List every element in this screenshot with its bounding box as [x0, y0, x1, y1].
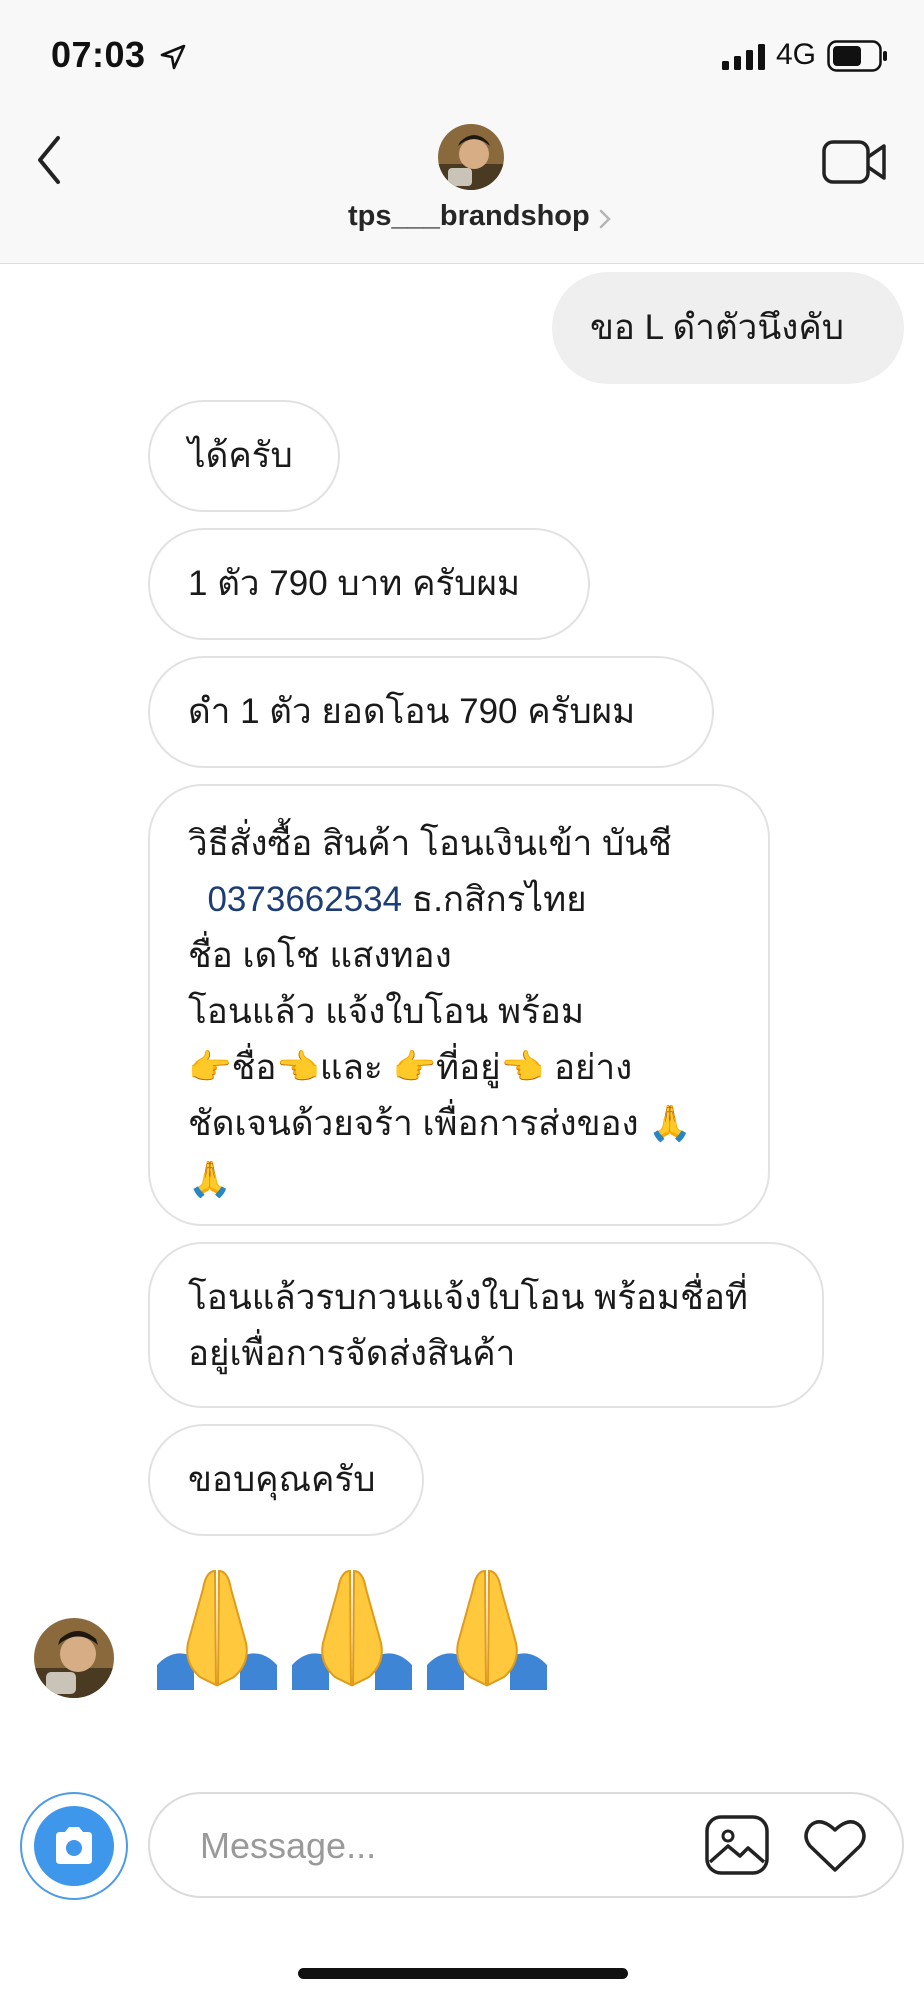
chat-username[interactable]: tps___brandshop — [348, 200, 590, 233]
message-text: โอนแล้วรบกวนแจ้งใบโอน พร้อมชื่อที่ อยู่เ… — [188, 1278, 748, 1373]
message-text: ขอบคุณครับ — [188, 1460, 376, 1499]
video-call-icon[interactable] — [822, 136, 886, 188]
battery-icon — [827, 40, 887, 72]
sender-avatar[interactable] — [34, 1618, 114, 1698]
camera-button[interactable] — [20, 1792, 128, 1900]
bank-name: ธ.กสิกรไทย — [402, 880, 587, 919]
signal-icon — [722, 44, 765, 70]
message-bubble-incoming[interactable]: ขอบคุณครับ — [148, 1424, 424, 1536]
bank-account-line: 0373662534 ธ.กสิกรไทย — [188, 872, 730, 928]
home-indicator[interactable] — [298, 1968, 628, 1979]
folded-hands-emoji-icon — [292, 1569, 412, 1690]
chat-header: 07:03 4G tps___brandshop — [0, 0, 924, 264]
message-text: ขอ L ดำตัวนึงคับ — [590, 308, 844, 347]
location-arrow-icon — [160, 44, 186, 70]
message-bubble-incoming[interactable]: 1 ตัว 790 บาท ครับผม — [148, 528, 590, 640]
message-bubble-incoming[interactable]: ดำ 1 ตัว ยอดโอน 790 ครับผม — [148, 656, 714, 768]
message-text: ชื่อ เดโช แสงทอง โอนแล้ว แจ้งใบโอน พร้อม… — [188, 936, 692, 1199]
message-input[interactable] — [198, 1820, 662, 1872]
message-bubble-incoming[interactable]: วิธีสั่งซื้อ สินค้า โอนเงินเข้า บันชี 03… — [148, 784, 770, 1226]
message-text: ได้ครับ — [188, 436, 293, 475]
message-text: วิธีสั่งซื้อ สินค้า โอนเงินเข้า บันชี — [188, 824, 672, 863]
chevron-right-icon[interactable] — [598, 208, 612, 230]
folded-hands-emoji-icon — [427, 1569, 547, 1690]
message-bubble-incoming[interactable]: โอนแล้วรบกวนแจ้งใบโอน พร้อมชื่อที่ อยู่เ… — [148, 1242, 824, 1408]
message-bubble-outgoing[interactable]: ขอ L ดำตัวนึงคับ — [552, 272, 904, 384]
message-text: ดำ 1 ตัว ยอดโอน 790 ครับผม — [188, 692, 636, 731]
folded-hands-emoji-icon — [157, 1569, 277, 1690]
message-composer — [148, 1792, 904, 1898]
network-type: 4G — [776, 38, 817, 71]
avatar[interactable] — [438, 124, 504, 190]
back-chevron-icon[interactable] — [30, 130, 70, 190]
message-text: 1 ตัว 790 บาท ครับผม — [188, 564, 521, 603]
heart-icon[interactable] — [802, 1816, 868, 1876]
account-number-link[interactable]: 0373662534 — [207, 880, 402, 919]
message-bubble-incoming[interactable]: ได้ครับ — [148, 400, 340, 512]
camera-icon — [56, 1827, 92, 1864]
gallery-icon[interactable] — [704, 1814, 770, 1876]
status-time: 07:03 — [51, 34, 146, 75]
camera-button-fill — [34, 1806, 114, 1886]
